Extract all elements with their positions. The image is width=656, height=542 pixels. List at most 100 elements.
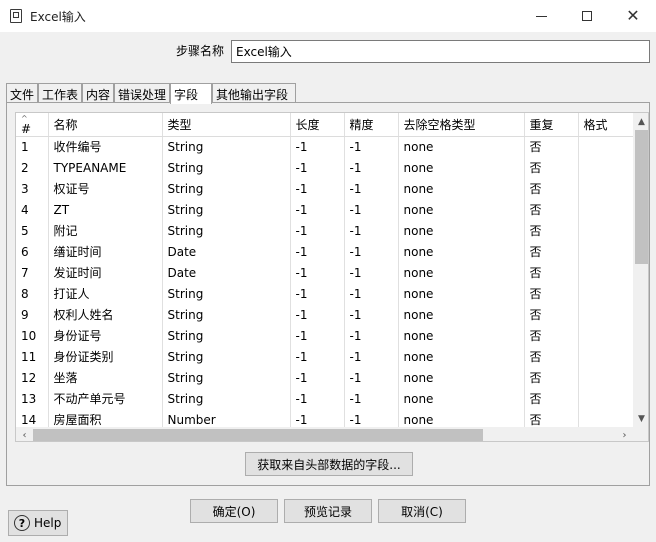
cell-format[interactable] <box>578 157 634 178</box>
tab-content[interactable]: 内容 <box>82 83 114 103</box>
cell-precision[interactable]: -1 <box>344 283 399 304</box>
scroll-right-icon[interactable]: › <box>616 427 633 441</box>
scroll-down-icon[interactable]: ▼ <box>633 410 648 427</box>
tab-other-output-fields[interactable]: 其他输出字段 <box>212 83 296 103</box>
cell-format[interactable] <box>578 262 634 283</box>
cell-repeat[interactable]: 否 <box>524 388 579 409</box>
cell-trim-type[interactable]: none <box>398 157 525 178</box>
cell-format[interactable] <box>578 199 634 220</box>
cell-name[interactable]: 身份证号 <box>48 325 163 346</box>
table-row[interactable]: 6 缮证时间 Date -1 -1 none 否 <box>16 241 634 262</box>
table-row[interactable]: 5 附记 String -1 -1 none 否 <box>16 220 634 241</box>
table-row[interactable]: 4 ZT String -1 -1 none 否 <box>16 199 634 220</box>
table-row[interactable]: 1 收件编号 String -1 -1 none 否 <box>16 136 634 157</box>
cell-length[interactable]: -1 <box>290 283 345 304</box>
table-row[interactable]: 13 不动产单元号 String -1 -1 none 否 <box>16 388 634 409</box>
cell-repeat[interactable]: 否 <box>524 283 579 304</box>
cell-type[interactable]: String <box>162 199 291 220</box>
cell-format[interactable] <box>578 283 634 304</box>
cell-precision[interactable]: -1 <box>344 241 399 262</box>
cell-precision[interactable]: -1 <box>344 325 399 346</box>
scroll-up-icon[interactable]: ▲ <box>633 113 648 130</box>
cell-name[interactable]: 权利人姓名 <box>48 304 163 325</box>
cell-trim-type[interactable]: none <box>398 136 525 157</box>
col-header-index[interactable]: ^ # <box>16 113 49 137</box>
cell-trim-type[interactable]: none <box>398 325 525 346</box>
cell-name[interactable]: 打证人 <box>48 283 163 304</box>
cell-repeat[interactable]: 否 <box>524 367 579 388</box>
vertical-scroll-thumb[interactable] <box>635 130 648 264</box>
cell-trim-type[interactable]: none <box>398 388 525 409</box>
cell-trim-type[interactable]: none <box>398 367 525 388</box>
cell-precision[interactable]: -1 <box>344 304 399 325</box>
cell-length[interactable]: -1 <box>290 157 345 178</box>
table-row[interactable]: 2 TYPEANAME String -1 -1 none 否 <box>16 157 634 178</box>
cell-trim-type[interactable]: none <box>398 241 525 262</box>
help-button[interactable]: ? Help <box>8 510 68 536</box>
cell-precision[interactable]: -1 <box>344 388 399 409</box>
cell-precision[interactable]: -1 <box>344 178 399 199</box>
cell-format[interactable] <box>578 220 634 241</box>
cell-length[interactable]: -1 <box>290 136 345 157</box>
cell-type[interactable]: String <box>162 388 291 409</box>
cell-length[interactable]: -1 <box>290 388 345 409</box>
tab-fields[interactable]: 字段 <box>170 83 212 104</box>
table-row[interactable]: 7 发证时间 Date -1 -1 none 否 <box>16 262 634 283</box>
cell-name[interactable]: 权证号 <box>48 178 163 199</box>
cell-trim-type[interactable]: none <box>398 262 525 283</box>
cell-repeat[interactable]: 否 <box>524 346 579 367</box>
cell-type[interactable]: Date <box>162 262 291 283</box>
col-header-format[interactable]: 格式 <box>578 113 634 137</box>
preview-button[interactable]: 预览记录 <box>284 499 372 523</box>
cell-precision[interactable]: -1 <box>344 262 399 283</box>
cell-type[interactable]: String <box>162 283 291 304</box>
horizontal-scrollbar[interactable]: ‹ › <box>16 427 633 441</box>
cell-length[interactable]: -1 <box>290 241 345 262</box>
maximize-button[interactable] <box>564 0 610 32</box>
tab-worksheet[interactable]: 工作表 <box>38 83 82 103</box>
cell-trim-type[interactable]: none <box>398 220 525 241</box>
cell-precision[interactable]: -1 <box>344 367 399 388</box>
cell-name[interactable]: 不动产单元号 <box>48 388 163 409</box>
cell-trim-type[interactable]: none <box>398 304 525 325</box>
table-row[interactable]: 8 打证人 String -1 -1 none 否 <box>16 283 634 304</box>
cell-type[interactable]: String <box>162 367 291 388</box>
cell-trim-type[interactable]: none <box>398 199 525 220</box>
cell-name[interactable]: ZT <box>48 199 163 220</box>
cell-trim-type[interactable]: none <box>398 346 525 367</box>
cell-format[interactable] <box>578 325 634 346</box>
col-header-type[interactable]: 类型 <box>162 113 291 137</box>
cell-name[interactable]: 发证时间 <box>48 262 163 283</box>
cell-format[interactable] <box>578 346 634 367</box>
cell-precision[interactable]: -1 <box>344 199 399 220</box>
cell-format[interactable] <box>578 367 634 388</box>
col-header-trim-type[interactable]: 去除空格类型 <box>398 113 525 137</box>
cell-name[interactable]: TYPEANAME <box>48 157 163 178</box>
cell-length[interactable]: -1 <box>290 262 345 283</box>
cell-repeat[interactable]: 否 <box>524 178 579 199</box>
cell-repeat[interactable]: 否 <box>524 157 579 178</box>
table-row[interactable]: 10 身份证号 String -1 -1 none 否 <box>16 325 634 346</box>
cell-format[interactable] <box>578 136 634 157</box>
cell-precision[interactable]: -1 <box>344 346 399 367</box>
cell-length[interactable]: -1 <box>290 325 345 346</box>
cell-name[interactable]: 缮证时间 <box>48 241 163 262</box>
cell-length[interactable]: -1 <box>290 304 345 325</box>
cell-type[interactable]: String <box>162 346 291 367</box>
table-row[interactable]: 12 坐落 String -1 -1 none 否 <box>16 367 634 388</box>
cell-length[interactable]: -1 <box>290 367 345 388</box>
cell-name[interactable]: 收件编号 <box>48 136 163 157</box>
cell-format[interactable] <box>578 241 634 262</box>
cell-name[interactable]: 身份证类别 <box>48 346 163 367</box>
cell-name[interactable]: 附记 <box>48 220 163 241</box>
cell-type[interactable]: Date <box>162 241 291 262</box>
cell-format[interactable] <box>578 388 634 409</box>
tab-error-handling[interactable]: 错误处理 <box>114 83 170 103</box>
vertical-scrollbar[interactable]: ▲ ▼ <box>633 113 648 427</box>
table-row[interactable]: 9 权利人姓名 String -1 -1 none 否 <box>16 304 634 325</box>
cell-type[interactable]: String <box>162 220 291 241</box>
cell-length[interactable]: -1 <box>290 220 345 241</box>
cell-length[interactable]: -1 <box>290 346 345 367</box>
cell-type[interactable]: String <box>162 304 291 325</box>
cell-repeat[interactable]: 否 <box>524 262 579 283</box>
